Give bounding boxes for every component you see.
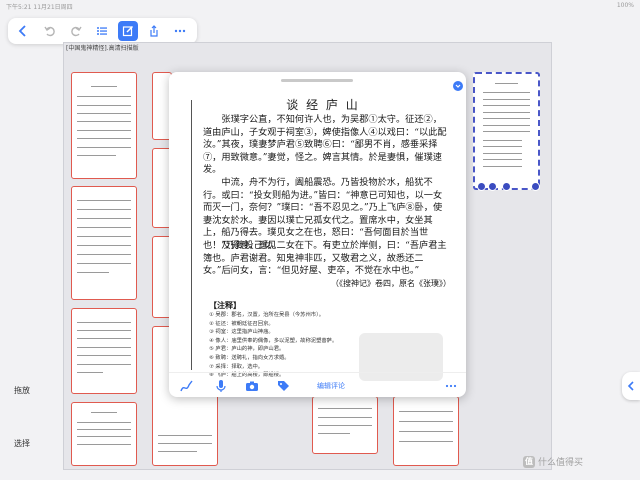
outline-button[interactable] bbox=[92, 21, 112, 41]
site-watermark: 值 什么值得买 bbox=[523, 455, 583, 468]
tag-button[interactable] bbox=[275, 378, 291, 394]
selection-handle[interactable] bbox=[531, 182, 540, 191]
watermark-text: 什么值得买 bbox=[538, 458, 584, 468]
document-viewer: 谈 经 庐 山 张璞字公直，不知何许人也，为吴郡①太守。征还②，道由庐山，子女观… bbox=[169, 72, 466, 397]
source-citation: （《搜神记》卷四，原名《张璞》） bbox=[331, 279, 451, 288]
pen-button[interactable] bbox=[179, 378, 195, 394]
page-thumbnail[interactable] bbox=[71, 308, 137, 394]
drag-grabber[interactable] bbox=[281, 79, 353, 82]
note-item: ① 吴郡：郡名，汉置，治所在吴县（今苏州市）。 bbox=[209, 312, 325, 318]
page-margin-rule bbox=[191, 100, 192, 370]
doc-more-button[interactable] bbox=[443, 378, 459, 394]
scanned-page: 谈 经 庐 山 张璞字公直，不知何许人也，为吴郡①太守。征还②，道由庐山，子女观… bbox=[183, 88, 454, 381]
more-icon bbox=[174, 29, 186, 33]
file-label: [中国鬼神精怪].高清扫描版 bbox=[66, 45, 139, 52]
selection-handle[interactable] bbox=[477, 182, 486, 191]
page-thumbnail[interactable] bbox=[393, 396, 459, 466]
camera-button[interactable] bbox=[244, 378, 260, 394]
back-icon bbox=[18, 25, 26, 37]
page-title: 谈 经 庐 山 bbox=[286, 98, 360, 112]
share-icon bbox=[150, 25, 158, 37]
redo-icon bbox=[71, 26, 82, 37]
more-icon bbox=[445, 384, 457, 388]
edit-button[interactable] bbox=[118, 21, 138, 41]
page-thumbnail[interactable] bbox=[71, 186, 137, 300]
status-bar: 下午5:21 11月21日周四 100% bbox=[0, 0, 640, 12]
notes-heading: 【注释】 bbox=[209, 300, 241, 310]
pen-icon bbox=[180, 380, 193, 392]
expand-panel-button[interactable] bbox=[622, 372, 640, 400]
select-mode-button[interactable]: 选择 bbox=[14, 438, 38, 449]
watermark-logo: 值 bbox=[523, 455, 535, 468]
undo-button[interactable] bbox=[40, 21, 60, 41]
more-button[interactable] bbox=[170, 21, 190, 41]
status-time: 下午5:21 11月21日周四 bbox=[6, 4, 73, 11]
back-button[interactable] bbox=[13, 21, 33, 41]
selection-handles bbox=[473, 182, 540, 192]
edit-icon bbox=[122, 25, 134, 37]
paragraph: 张璞字公直，不知何许人也，为吴郡①太守。征还②，道由庐山，子女观于祠室③，婢使指… bbox=[203, 114, 447, 176]
page-thumbnail[interactable] bbox=[71, 402, 137, 466]
outline-list-icon bbox=[97, 27, 107, 35]
redo-button[interactable] bbox=[66, 21, 86, 41]
undo-icon bbox=[44, 26, 55, 37]
page-thumbnail[interactable] bbox=[71, 72, 137, 179]
tag-icon bbox=[278, 381, 289, 391]
selection-handle[interactable] bbox=[488, 182, 497, 191]
drag-mode-button[interactable]: 拖放 bbox=[14, 385, 38, 396]
chevron-left-icon bbox=[627, 381, 634, 391]
top-toolbar bbox=[8, 18, 197, 44]
camera-icon bbox=[246, 381, 258, 391]
selection-handle[interactable] bbox=[502, 182, 511, 191]
collapse-button[interactable] bbox=[453, 81, 463, 91]
paragraph: 及得渡，遥见二女在下。有吏立於岸侧，曰：“吾庐君主簿也。庐君谢君。知鬼神非匹，又… bbox=[203, 240, 447, 277]
microphone-icon bbox=[216, 380, 226, 392]
selected-page-thumbnail[interactable] bbox=[473, 72, 540, 190]
chevron-down-icon bbox=[455, 84, 461, 88]
annotation-bar: 编辑评论 bbox=[169, 372, 466, 397]
page-thumbnail[interactable] bbox=[312, 396, 378, 454]
share-button[interactable] bbox=[144, 21, 164, 41]
microphone-button[interactable] bbox=[213, 378, 229, 394]
battery-status: 100% bbox=[616, 2, 634, 9]
note-item: ② 征还：被朝廷征召回京。 bbox=[209, 320, 274, 327]
edit-comment-button[interactable]: 编辑评论 bbox=[317, 381, 345, 391]
